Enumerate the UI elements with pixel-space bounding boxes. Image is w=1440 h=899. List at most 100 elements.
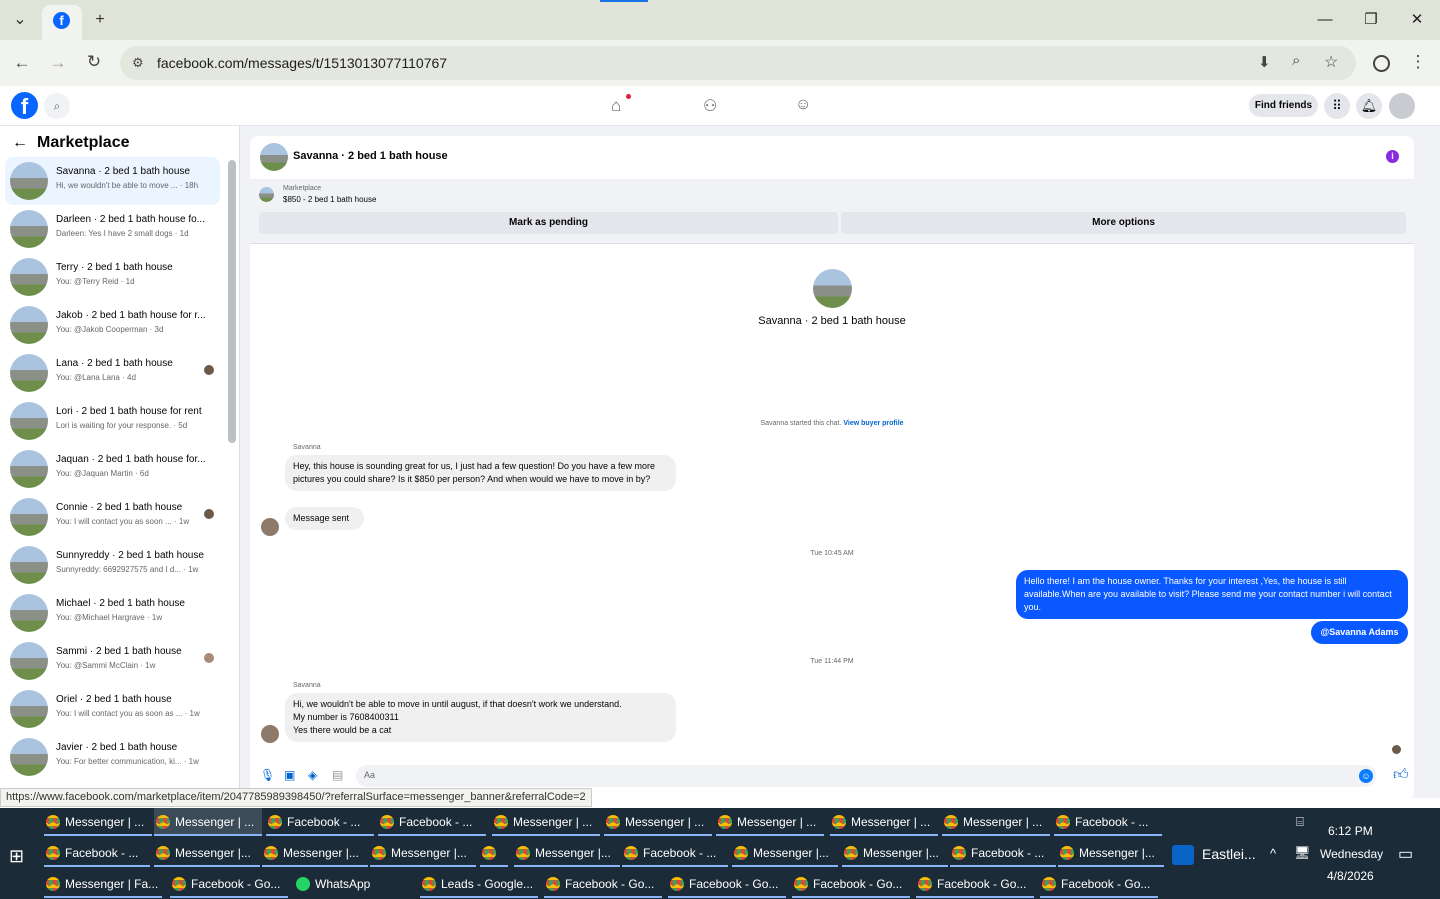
outlook-icon[interactable] bbox=[1172, 845, 1194, 865]
conversation-item[interactable]: Jakob · 2 bed 1 bath house for r... You: … bbox=[5, 301, 220, 349]
listing-price[interactable]: $850 - 2 bed 1 bath house bbox=[283, 195, 376, 204]
incoming-message[interactable]: Hi, we wouldn't be able to move in until… bbox=[285, 693, 676, 742]
search-icon[interactable]: ⌕ bbox=[44, 93, 70, 119]
conversation-item[interactable]: Oriel · 2 bed 1 bath house You: I will co… bbox=[5, 685, 220, 733]
message-input[interactable]: Aa ☺ bbox=[356, 765, 1376, 787]
incoming-message[interactable]: Message sent bbox=[285, 507, 364, 530]
reload-icon[interactable]: ↻ bbox=[82, 52, 106, 72]
account-avatar[interactable] bbox=[1389, 93, 1415, 119]
chat-title[interactable]: Savanna · 2 bed 1 bath house bbox=[293, 150, 448, 162]
conversation-item[interactable]: Javier · 2 bed 1 bath house You: For bett… bbox=[5, 733, 220, 781]
facebook-logo-icon[interactable]: f bbox=[11, 92, 38, 119]
maximize-icon[interactable]: ❐ bbox=[1356, 8, 1386, 32]
view-buyer-profile-link[interactable]: View buyer profile bbox=[843, 420, 903, 427]
taskbar-window-button[interactable]: Facebook - Go... bbox=[170, 870, 288, 898]
sender-avatar[interactable] bbox=[261, 518, 279, 536]
sender-avatar[interactable] bbox=[261, 725, 279, 743]
outgoing-message[interactable]: Hello there! I am the house owner. Thank… bbox=[1016, 570, 1408, 619]
clock-time[interactable]: 6:12 PM bbox=[1328, 824, 1373, 838]
outlook-label[interactable]: Eastlei... bbox=[1202, 846, 1256, 862]
windows-start-icon[interactable]: ⊞ bbox=[9, 846, 24, 867]
conversation-item[interactable]: Connie · 2 bed 1 bath house You: I will c… bbox=[5, 493, 220, 541]
conversation-item[interactable]: Sunnyreddy · 2 bed 1 bath house Sunnyredd… bbox=[5, 541, 220, 589]
tab-search-icon[interactable]: ⌄ bbox=[8, 8, 32, 32]
taskbar-window-button[interactable]: Facebook - ... bbox=[266, 808, 374, 836]
friends-icon[interactable]: ⚇ bbox=[703, 96, 717, 116]
taskbar-window-button[interactable]: Facebook - Go... bbox=[792, 870, 910, 898]
incoming-message[interactable]: Hey, this house is sounding great for us… bbox=[285, 455, 676, 491]
profile-icon[interactable] bbox=[1373, 55, 1390, 72]
thumbs-up-icon[interactable]: 👍︎ bbox=[1393, 766, 1409, 784]
mark-as-pending-button[interactable]: Mark as pending bbox=[259, 212, 838, 234]
taskbar-window-button[interactable]: Facebook - Go... bbox=[1040, 870, 1158, 898]
find-friends-button[interactable]: Find friends bbox=[1249, 94, 1318, 117]
sidebar-scrollbar[interactable] bbox=[228, 160, 236, 443]
forward-icon[interactable]: → bbox=[46, 53, 70, 73]
taskbar-window-button[interactable]: Messenger | Fa... bbox=[44, 870, 162, 898]
conversation-item[interactable]: Michael · 2 bed 1 bath house You: @Michae… bbox=[5, 589, 220, 637]
address-bar[interactable]: ⚙ facebook.com/messages/t/15130130771107… bbox=[120, 46, 1356, 80]
microphone-icon[interactable]: 🎙︎ bbox=[260, 768, 275, 782]
chevron-up-icon[interactable]: ^ bbox=[1270, 846, 1276, 861]
groups-icon[interactable]: ☺ bbox=[795, 96, 811, 114]
taskbar-window-button[interactable]: Messenger |... bbox=[154, 839, 260, 867]
taskbar-window-button[interactable]: Facebook - ... bbox=[950, 839, 1056, 867]
presentation-icon[interactable]: ⌸ bbox=[1296, 814, 1304, 830]
back-arrow-icon[interactable]: ← bbox=[12, 134, 28, 152]
gif-icon[interactable]: ▤ bbox=[332, 768, 343, 782]
taskbar-window-button[interactable]: Messenger | ... bbox=[492, 808, 600, 836]
notification-center-icon[interactable]: ▭ bbox=[1398, 844, 1413, 864]
chat-avatar[interactable] bbox=[260, 143, 288, 171]
taskbar-window-button[interactable]: Messenger | ... bbox=[716, 808, 824, 836]
clock-day[interactable]: Wednesday bbox=[1320, 847, 1383, 861]
taskbar-window-button[interactable]: Messenger |... bbox=[370, 839, 476, 867]
emoji-icon[interactable]: ☺ bbox=[1359, 769, 1373, 783]
home-icon[interactable]: ⌂ bbox=[611, 96, 621, 116]
more-options-button[interactable]: More options bbox=[841, 212, 1406, 234]
taskbar-window-button[interactable]: Messenger | ... bbox=[830, 808, 938, 836]
taskbar-window-button[interactable]: Facebook - ... bbox=[1054, 808, 1162, 836]
back-icon[interactable]: ← bbox=[10, 53, 34, 73]
conversation-item[interactable]: Darleen · 2 bed 1 bath house fo... Darlee… bbox=[5, 205, 220, 253]
taskbar-window-button[interactable] bbox=[480, 839, 508, 867]
conversation-item[interactable]: Savanna · 2 bed 1 bath house Hi, we would… bbox=[5, 157, 220, 205]
taskbar-window-button[interactable]: Facebook - ... bbox=[622, 839, 728, 867]
info-icon[interactable]: i bbox=[1386, 150, 1399, 163]
outgoing-mention[interactable]: @Savanna Adams bbox=[1311, 621, 1408, 644]
taskbar-window-button[interactable]: Facebook - Go... bbox=[544, 870, 662, 898]
taskbar-window-button[interactable]: Facebook - ... bbox=[44, 839, 150, 867]
browser-menu-icon[interactable]: ⋮ bbox=[1406, 52, 1430, 72]
conversation-item[interactable]: Terry · 2 bed 1 bath house You: @Terry Re… bbox=[5, 253, 220, 301]
zoom-icon[interactable]: ⌕ bbox=[1292, 52, 1300, 69]
taskbar-window-button[interactable]: Messenger | ... bbox=[44, 808, 152, 836]
taskbar-window-button[interactable]: Messenger |... bbox=[262, 839, 368, 867]
conversation-item[interactable]: Jaquan · 2 bed 1 bath house for... You: @… bbox=[5, 445, 220, 493]
browser-tab-facebook[interactable]: f bbox=[42, 5, 82, 40]
conversation-item[interactable]: Lori · 2 bed 1 bath house for rent Lori i… bbox=[5, 397, 220, 445]
photo-icon[interactable]: ▣ bbox=[284, 768, 295, 782]
taskbar-window-button[interactable]: Messenger |... bbox=[514, 839, 620, 867]
taskbar-window-button[interactable]: Leads - Google... bbox=[420, 870, 538, 898]
taskbar-window-button[interactable]: Messenger | ... bbox=[942, 808, 1050, 836]
network-icon[interactable]: 🖥︎ bbox=[1294, 845, 1311, 861]
taskbar-window-button[interactable]: Facebook - Go... bbox=[916, 870, 1034, 898]
conversation-item[interactable]: Sammi · 2 bed 1 bath house You: @Sammi Mc… bbox=[5, 637, 220, 685]
site-info-icon[interactable]: ⚙ bbox=[132, 55, 144, 71]
menu-grid-icon[interactable]: ⠿ bbox=[1324, 93, 1350, 119]
bookmark-star-icon[interactable]: ☆ bbox=[1324, 52, 1338, 72]
chat-scrollbar[interactable] bbox=[1432, 126, 1440, 798]
minimize-icon[interactable]: — bbox=[1310, 8, 1340, 32]
close-icon[interactable]: ✕ bbox=[1402, 8, 1432, 32]
taskbar-window-button[interactable]: Messenger | ... bbox=[154, 808, 262, 836]
taskbar-window-button[interactable]: Facebook - Go... bbox=[668, 870, 786, 898]
taskbar-window-button[interactable]: Facebook - ... bbox=[378, 808, 486, 836]
conversation-item[interactable]: Lana · 2 bed 1 bath house You: @Lana Lana… bbox=[5, 349, 220, 397]
taskbar-window-button[interactable]: WhatsApp bbox=[294, 870, 412, 898]
taskbar-window-button[interactable]: Messenger |... bbox=[1058, 839, 1164, 867]
taskbar-window-button[interactable]: Messenger | ... bbox=[604, 808, 712, 836]
new-tab-icon[interactable]: + bbox=[88, 8, 112, 32]
install-app-icon[interactable]: ⬇ bbox=[1258, 53, 1271, 71]
taskbar-window-button[interactable]: Messenger |... bbox=[842, 839, 948, 867]
notifications-icon[interactable]: 🔔︎ bbox=[1356, 93, 1382, 119]
clock-date[interactable]: 4/8/2026 bbox=[1327, 869, 1374, 883]
